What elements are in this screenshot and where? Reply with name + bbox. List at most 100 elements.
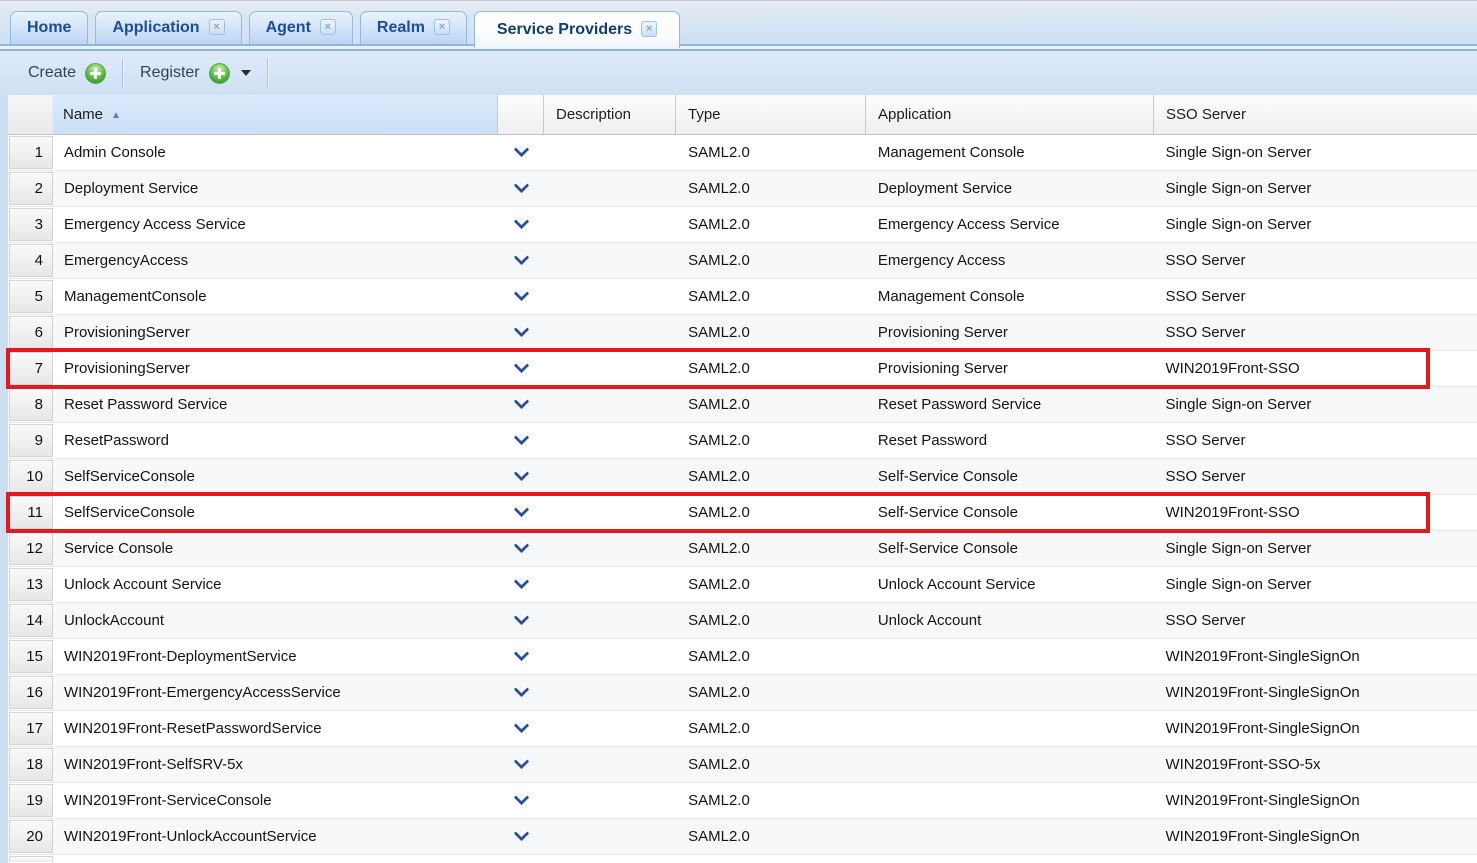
toolbar: Create Register — [0, 51, 1477, 95]
close-icon[interactable]: × — [209, 19, 225, 35]
row-menu-button[interactable] — [498, 531, 544, 566]
type-cell: SAML2.0 — [676, 603, 866, 638]
tab-agent[interactable]: Agent × — [249, 11, 353, 44]
type-cell: SAML2.0 — [676, 387, 866, 422]
tab-service-providers[interactable]: Service Providers × — [474, 11, 680, 48]
caret-down-icon[interactable] — [241, 70, 251, 76]
sso-server-cell: Single Sign-on Server — [1153, 531, 1477, 566]
sso-server-cell: WIN2019Front-SingleSignOn — [1153, 711, 1477, 746]
sso-server-cell: WIN2019Front-SingleSignOn — [1153, 819, 1477, 854]
name-cell[interactable]: WIN2019Front-SelfSRV-5x — [54, 747, 498, 782]
name-cell[interactable]: WIN2019Front-ServiceConsole — [54, 783, 498, 818]
name-cell[interactable]: ResetPassword — [54, 423, 498, 458]
table-row: 20 WIN2019Front-UnlockAccountService SAM… — [8, 819, 1477, 855]
register-button[interactable]: Register — [140, 63, 251, 84]
name-cell[interactable]: Service Console — [54, 531, 498, 566]
row-menu-button[interactable] — [498, 675, 544, 710]
name-cell[interactable]: Reset Password Service — [54, 387, 498, 422]
row-number-cell: 10 — [9, 460, 53, 493]
description-cell — [544, 639, 676, 674]
header-description[interactable]: Description — [543, 95, 675, 134]
row-menu-button[interactable] — [498, 711, 544, 746]
name-cell[interactable]: ProvisioningServer — [54, 315, 498, 350]
row-menu-button[interactable] — [498, 279, 544, 314]
description-cell — [544, 531, 676, 566]
chevron-down-icon — [514, 502, 530, 518]
header-sso-server[interactable]: SSO Server — [1153, 95, 1477, 134]
tab-realm[interactable]: Realm × — [360, 11, 467, 44]
name-cell[interactable]: ManagementConsole — [54, 279, 498, 314]
header-actions — [497, 95, 543, 134]
name-cell[interactable]: SelfServiceConsole — [54, 459, 498, 494]
table-row: 1 Admin Console SAML2.0 Management Conso… — [8, 135, 1477, 171]
type-cell: SAML2.0 — [676, 423, 866, 458]
description-cell — [544, 279, 676, 314]
table-row: 19 WIN2019Front-ServiceConsole SAML2.0 W… — [8, 783, 1477, 819]
name-cell[interactable]: SelfServiceConsole — [54, 495, 498, 530]
create-button[interactable]: Create — [28, 63, 106, 84]
type-cell: SAML2.0 — [676, 279, 866, 314]
row-number-cell: 6 — [9, 316, 53, 349]
chevron-down-icon — [514, 466, 530, 482]
name-cell[interactable]: UnlockAccount — [54, 603, 498, 638]
header-name[interactable]: Name ▲ — [52, 95, 497, 134]
row-menu-button[interactable] — [498, 639, 544, 674]
table-row: 5 ManagementConsole SAML2.0 Management C… — [8, 279, 1477, 315]
row-menu-button[interactable] — [498, 243, 544, 278]
row-number-cell: 13 — [9, 568, 53, 601]
row-menu-button[interactable] — [498, 747, 544, 782]
row-number-cell: 12 — [9, 532, 53, 565]
row-menu-button[interactable] — [498, 387, 544, 422]
service-providers-table: Name ▲ Description Type Application SSO … — [8, 95, 1477, 863]
name-cell[interactable]: ProvisioningServer — [54, 351, 498, 386]
name-cell[interactable]: Emergency Access Service — [54, 207, 498, 242]
type-cell: SAML2.0 — [676, 819, 866, 854]
application-cell: Emergency Access — [866, 243, 1154, 278]
name-cell[interactable]: EmergencyAccess — [54, 243, 498, 278]
type-cell: SAML2.0 — [676, 711, 866, 746]
name-cell[interactable]: Admin Console — [54, 135, 498, 170]
table-row: 10 SelfServiceConsole SAML2.0 Self-Servi… — [8, 459, 1477, 495]
table-row: 7 ProvisioningServer SAML2.0 Provisionin… — [8, 351, 1477, 387]
row-menu-button[interactable] — [498, 351, 544, 386]
name-cell[interactable]: WIN2019Front-UnlockAccountService — [54, 819, 498, 854]
row-menu-button[interactable] — [498, 819, 544, 854]
description-cell — [544, 207, 676, 242]
chevron-down-icon — [514, 538, 530, 554]
type-cell: SAML2.0 — [676, 783, 866, 818]
application-cell — [866, 819, 1154, 854]
row-menu-button[interactable] — [498, 603, 544, 638]
close-icon[interactable]: × — [434, 19, 450, 35]
sso-server-cell: Single Sign-on Server — [1153, 567, 1477, 602]
row-menu-button[interactable] — [498, 495, 544, 530]
row-menu-button[interactable] — [498, 315, 544, 350]
sso-server-cell: SSO Server — [1153, 315, 1477, 350]
table-row: 11 SelfServiceConsole SAML2.0 Self-Servi… — [8, 495, 1477, 531]
tab-label: Application — [112, 19, 199, 37]
name-cell[interactable]: Deployment Service — [54, 171, 498, 206]
row-menu-button[interactable] — [498, 135, 544, 170]
sort-ascending-icon: ▲ — [111, 110, 121, 121]
row-menu-button[interactable] — [498, 171, 544, 206]
row-menu-button[interactable] — [498, 783, 544, 818]
application-cell: Reset Password — [866, 423, 1154, 458]
row-number-cell: 15 — [9, 640, 53, 673]
name-cell[interactable]: WIN2019Front-EmergencyAccessService — [54, 675, 498, 710]
header-type[interactable]: Type — [675, 95, 865, 134]
row-number-cell: 8 — [9, 388, 53, 421]
row-menu-button[interactable] — [498, 423, 544, 458]
close-icon[interactable]: × — [320, 19, 336, 35]
name-cell[interactable]: WIN2019Front-ResetPasswordService — [54, 711, 498, 746]
row-menu-button[interactable] — [498, 459, 544, 494]
tab-application[interactable]: Application × — [95, 11, 241, 44]
tab-home[interactable]: Home — [10, 11, 88, 44]
row-menu-button[interactable] — [498, 207, 544, 242]
name-cell[interactable]: WIN2019Front-DeploymentService — [54, 639, 498, 674]
application-cell: Provisioning Server — [866, 351, 1154, 386]
close-icon[interactable]: × — [641, 21, 657, 37]
description-cell — [544, 603, 676, 638]
row-menu-button[interactable] — [498, 567, 544, 602]
name-cell[interactable]: Unlock Account Service — [54, 567, 498, 602]
chevron-down-icon — [514, 214, 530, 230]
header-application[interactable]: Application — [865, 95, 1153, 134]
